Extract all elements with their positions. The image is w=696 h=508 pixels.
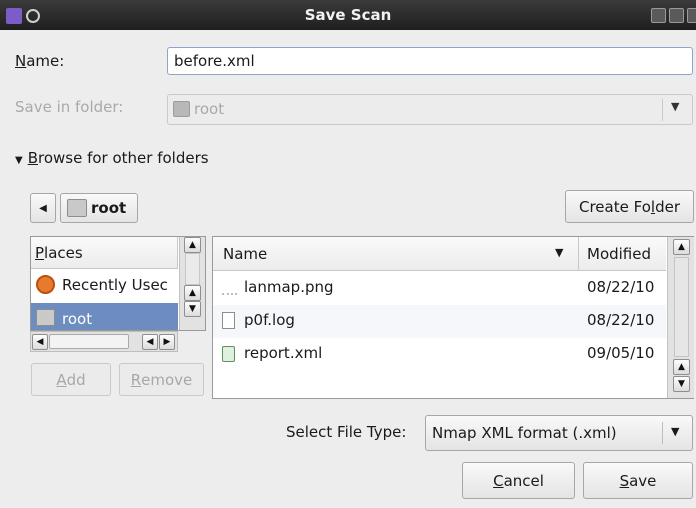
places-header[interactable]: Places (31, 237, 178, 269)
chevron-down-icon: ▼ (671, 100, 680, 113)
files-pane[interactable]: Name ▼ Modified lanmap.png 08/22/10 p0f.… (212, 236, 694, 399)
save-button[interactable]: Save (583, 462, 693, 499)
places-item-recent[interactable]: Recently Usec (31, 270, 178, 302)
scroll-up-button[interactable]: ▲ (184, 237, 201, 253)
combo-separator (662, 422, 663, 444)
scroll-down-button[interactable]: ▼ (673, 376, 690, 392)
file-modified: 08/22/10 (587, 278, 655, 296)
browse-toggle[interactable]: ▼ Browse for other folders (15, 149, 209, 167)
xml-file-icon (222, 346, 235, 362)
hscroll-thumb[interactable] (49, 334, 129, 349)
folder-combo[interactable]: root ▼ (167, 94, 693, 125)
remove-bookmark-button[interactable]: Remove (119, 363, 204, 396)
expander-icon: ▼ (15, 155, 23, 166)
file-row[interactable]: report.xml (213, 338, 579, 371)
name-field[interactable]: before.xml (167, 47, 693, 75)
sort-down-icon: ▼ (555, 246, 564, 259)
places-item-root[interactable]: root (31, 303, 178, 330)
folder-value: root (194, 100, 225, 118)
scroll-thumb[interactable] (185, 253, 200, 285)
add-bookmark-button[interactable]: Add (31, 363, 111, 396)
path-button-root[interactable]: root (60, 193, 138, 223)
chevron-left-icon: ◀ (39, 202, 47, 214)
name-label: Name: (15, 52, 65, 70)
scroll-up-button-2[interactable]: ▲ (673, 359, 690, 375)
minimize-button[interactable] (651, 8, 666, 23)
home-folder-icon (36, 309, 55, 326)
places-pane[interactable]: Places Recently Usec root ▲ ▲ ▼ (30, 236, 206, 331)
scroll-thumb[interactable] (674, 257, 689, 357)
maximize-button[interactable] (669, 8, 684, 23)
scroll-down-button[interactable]: ▼ (184, 301, 201, 317)
create-folder-button[interactable]: Create Fo l der (565, 190, 694, 223)
scroll-left-button-2[interactable]: ◀ (142, 334, 158, 350)
places-vscrollbar[interactable]: ▲ ▲ ▼ (179, 237, 205, 330)
name-field-value: before.xml (174, 52, 255, 70)
path-back-button[interactable]: ◀ (30, 193, 56, 223)
path-button-label: root (91, 199, 127, 217)
close-button[interactable] (687, 8, 696, 23)
text-file-icon (222, 312, 235, 329)
recent-icon (36, 275, 55, 294)
scroll-up-button-2[interactable]: ▲ (184, 285, 201, 301)
scroll-left-button[interactable]: ◀ (32, 334, 48, 350)
file-type-label: Select File Type: (286, 423, 407, 441)
places-item-label: Recently Usec (62, 276, 168, 294)
places-hscrollbar[interactable]: ◀ ◀ ▶ (30, 331, 178, 352)
scroll-right-button[interactable]: ▶ (159, 334, 175, 350)
scroll-up-button[interactable]: ▲ (673, 239, 690, 255)
file-row[interactable]: lanmap.png (213, 272, 579, 305)
chevron-down-icon: ▼ (671, 425, 680, 438)
files-vscrollbar[interactable]: ▲ ▲ ▼ (667, 237, 694, 398)
combo-separator (662, 99, 663, 121)
title-bar[interactable]: Save Scan (0, 0, 696, 30)
home-folder-icon (67, 199, 87, 217)
cancel-button[interactable]: Cancel (462, 462, 575, 499)
file-modified: 08/22/10 (587, 311, 655, 329)
file-type-combo[interactable]: Nmap XML format (.xml) ▼ (425, 415, 693, 451)
image-file-icon (222, 281, 237, 295)
folder-icon (173, 101, 190, 117)
column-header-modified[interactable]: Modified (579, 237, 666, 271)
window-title: Save Scan (304, 6, 392, 24)
places-item-label: root (62, 310, 93, 328)
folder-label: Save in folder: (15, 98, 124, 116)
file-modified: 09/05/10 (587, 344, 655, 362)
column-header-name[interactable]: Name ▼ (213, 237, 579, 271)
